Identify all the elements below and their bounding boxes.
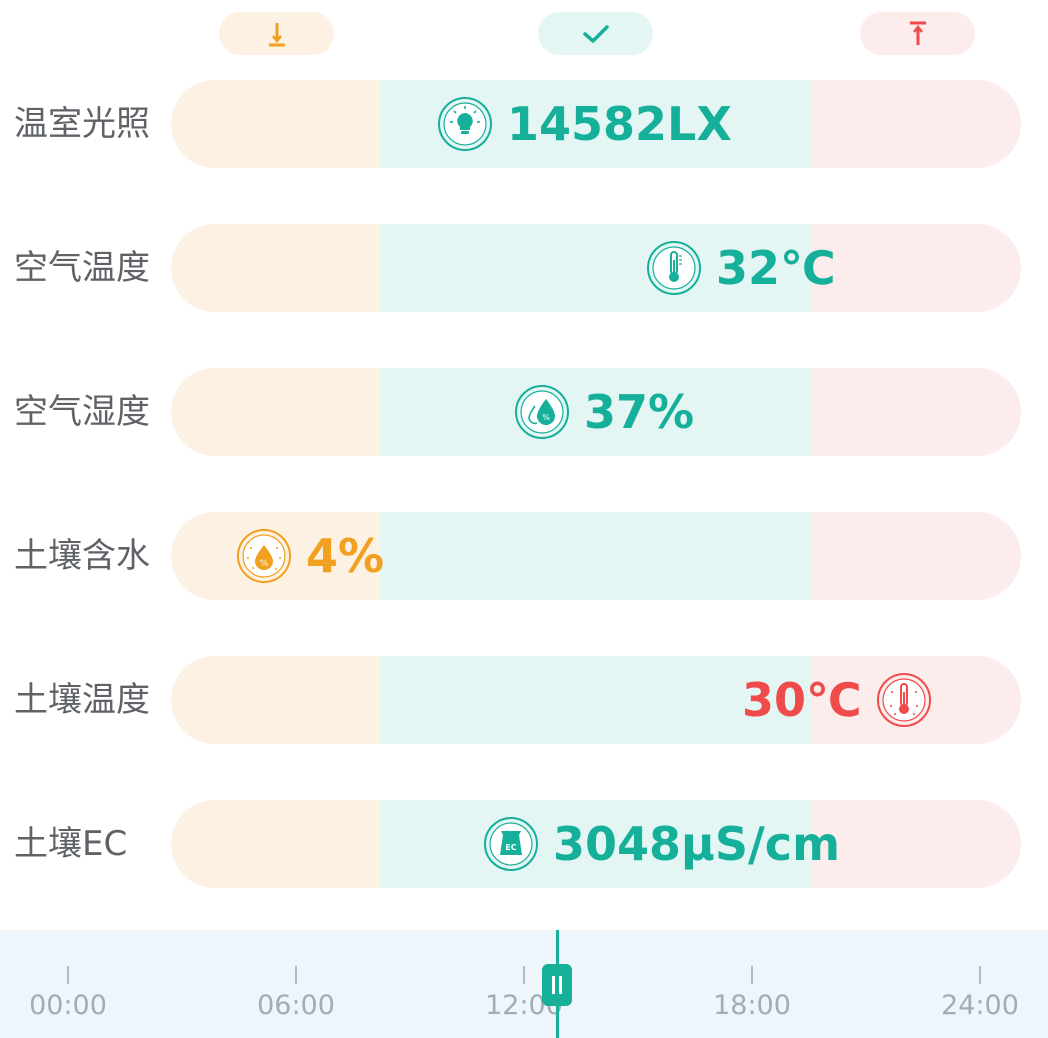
metric-reading: 32℃ — [646, 224, 836, 312]
metric-label: 空气温度 — [14, 248, 150, 288]
metric-label: 土壤EC — [14, 824, 128, 864]
arrow-down-to-line-icon — [268, 22, 285, 46]
timeline-tick — [979, 966, 981, 984]
metric-row-greenhouse-light: 温室光照 14582LX — [0, 80, 1048, 168]
timeline-tick — [67, 966, 69, 984]
metric-row-air-temperature: 空气温度 32℃ — [0, 224, 1048, 312]
metric-label: 土壤含水 — [14, 536, 150, 576]
timeline-tick-label: 18:00 — [713, 990, 791, 1021]
metric-value: 14582LX — [507, 97, 732, 151]
metric-row-soil-ec: 土壤EC EC 3048μS/cm — [0, 800, 1048, 888]
lightbulb-icon — [438, 97, 492, 151]
timeline-tick-label: 06:00 — [257, 990, 335, 1021]
timeline-tick-label: 00:00 — [29, 990, 107, 1021]
svg-text:%: % — [260, 559, 269, 569]
metric-row-soil-moisture: 土壤含水 % 4% — [0, 512, 1048, 600]
timeline-tick-label: 24:00 — [941, 990, 1019, 1021]
svg-text:EC: EC — [505, 843, 516, 852]
metric-row-air-humidity: 空气湿度 % 37% — [0, 368, 1048, 456]
soil-thermometer-icon — [876, 673, 931, 727]
soil-moisture-icon: % — [237, 529, 291, 583]
metric-reading: EC 3048μS/cm — [483, 800, 840, 888]
thermometer-icon — [647, 241, 701, 295]
soil-ec-bag-icon: EC — [484, 817, 538, 871]
legend-normal-pill — [538, 12, 653, 55]
arrow-up-to-line-icon — [909, 21, 926, 45]
metric-reading: 14582LX — [437, 80, 732, 168]
metric-value: 37% — [584, 385, 695, 439]
timeline-tick — [295, 966, 297, 984]
metric-value: 4% — [306, 529, 385, 583]
metric-row-soil-temperature: 土壤温度 30℃ — [0, 656, 1048, 744]
pause-handle-icon[interactable] — [542, 964, 572, 1006]
timeline-tick — [523, 966, 525, 984]
metric-reading: 30℃ — [742, 656, 932, 744]
legend-low-pill — [219, 12, 334, 55]
range-bar — [171, 224, 1021, 312]
legend-high-pill — [860, 12, 975, 55]
metric-reading: % 37% — [514, 368, 694, 456]
check-icon — [582, 24, 609, 43]
timeline-tick — [751, 966, 753, 984]
metric-value: 32℃ — [716, 241, 836, 295]
svg-text:%: % — [542, 413, 550, 422]
timeline-slider[interactable]: 00:00 06:00 12:00 18:00 24:00 — [0, 930, 1048, 1038]
metric-reading: % 4% — [236, 512, 384, 600]
metric-label: 空气湿度 — [14, 392, 150, 432]
metric-label: 土壤温度 — [14, 680, 150, 720]
humidity-drop-icon: % — [515, 385, 569, 439]
metric-value: 30℃ — [742, 673, 862, 727]
metric-label: 温室光照 — [14, 104, 150, 144]
metric-value: 3048μS/cm — [553, 817, 841, 871]
